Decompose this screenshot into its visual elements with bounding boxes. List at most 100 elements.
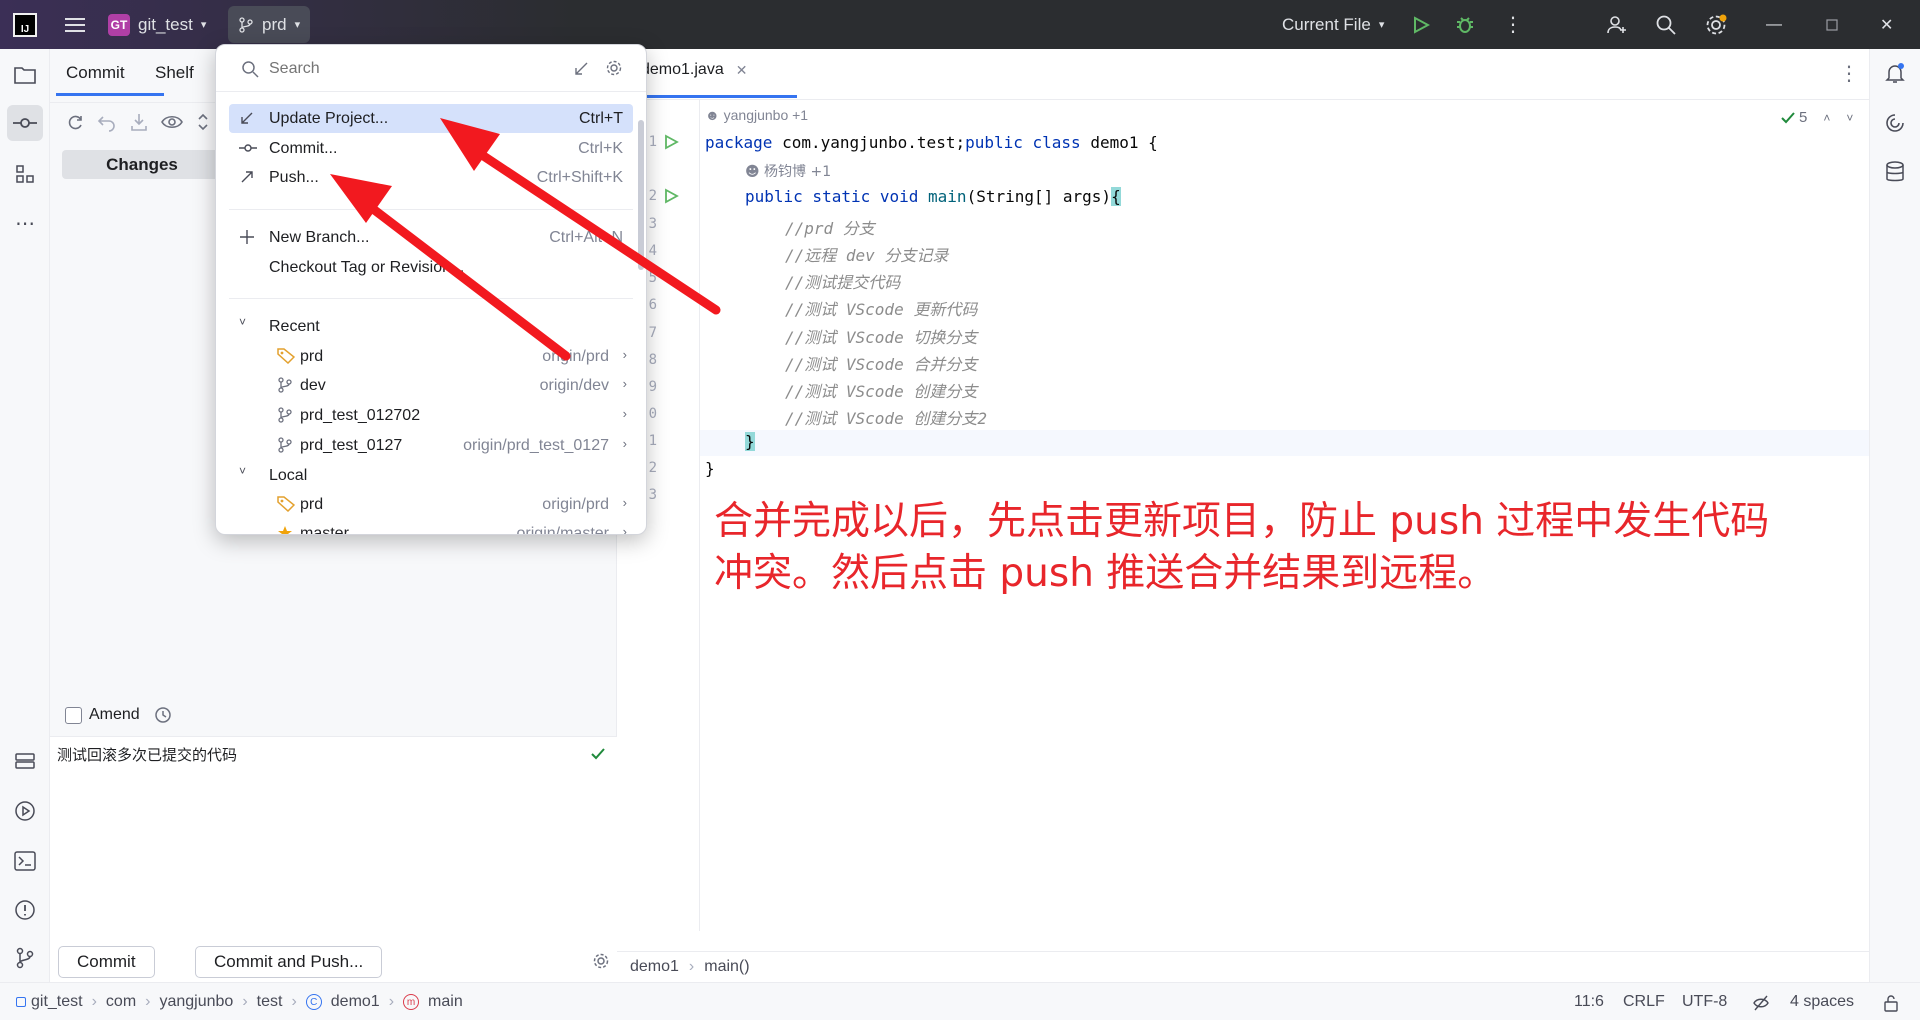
chevron-up-icon[interactable]: ˄: [1823, 111, 1830, 125]
code-comment[interactable]: //prd 分支: [785, 215, 875, 239]
recent-group-header[interactable]: ˅ Recent: [229, 312, 633, 341]
git-icon[interactable]: [7, 940, 43, 976]
code-comment[interactable]: //测试 VScode 创建分支2: [785, 405, 987, 429]
project-folder-icon[interactable]: [7, 57, 43, 93]
code-comment[interactable]: //测试 VScode 更新代码: [785, 296, 977, 320]
code-comment[interactable]: //测试 VScode 切换分支: [785, 324, 977, 348]
settings-gear-icon[interactable]: [605, 59, 623, 77]
maximize-icon[interactable]: [1826, 0, 1838, 49]
inspections-widget[interactable]: 5 ˄ ˅: [1780, 109, 1853, 126]
eye-icon[interactable]: [161, 112, 183, 132]
code-line[interactable]: }: [705, 459, 715, 478]
branch-item[interactable]: prd origin/prd ›: [229, 342, 633, 371]
settings-gear-icon[interactable]: [592, 952, 610, 970]
more-actions-icon[interactable]: ⋮: [1503, 0, 1523, 49]
breadcrumb-class[interactable]: demo1: [630, 958, 679, 976]
commit-message-text[interactable]: 测试回滚多次已提交的代码: [57, 744, 237, 765]
ai-assistant-icon[interactable]: [1877, 105, 1913, 141]
breadcrumb-method[interactable]: main(): [704, 958, 749, 976]
expand-collapse-icon[interactable]: [197, 112, 209, 132]
run-config-selector[interactable]: Current File ▾: [1282, 0, 1384, 49]
more-tabs-icon[interactable]: ⋮: [1839, 61, 1859, 86]
indent-setting[interactable]: 4 spaces: [1790, 993, 1854, 1011]
crumb-package[interactable]: test: [257, 993, 283, 1011]
run-icon[interactable]: [1412, 0, 1430, 49]
refresh-icon[interactable]: [65, 112, 85, 132]
crumb-class[interactable]: demo1: [331, 993, 380, 1011]
file-encoding[interactable]: UTF-8: [1682, 993, 1727, 1011]
navigation-breadcrumb: git_test › com › yangjunbo › test › C de…: [16, 993, 463, 1011]
code-comment[interactable]: //测试 VScode 创建分支: [785, 378, 977, 402]
branch-item[interactable]: prd_test_012702 ›: [229, 401, 633, 430]
branch-item[interactable]: master origin/master ›: [229, 519, 633, 534]
crumb-package[interactable]: com: [106, 993, 136, 1011]
services-icon[interactable]: [7, 743, 43, 779]
code-comment[interactable]: //测试 VScode 合并分支: [785, 351, 977, 375]
inspections-count: 5: [1799, 109, 1808, 126]
author-hint[interactable]: ☻ yangjunbo +1: [705, 107, 808, 123]
line-separator[interactable]: CRLF: [1623, 993, 1665, 1011]
chevron-down-icon[interactable]: ˅: [1846, 111, 1853, 125]
search-icon[interactable]: [1655, 0, 1677, 49]
code-line[interactable]: }: [745, 432, 755, 451]
new-branch-action[interactable]: New Branch... Ctrl+Alt+N: [229, 223, 633, 252]
branch-selector[interactable]: prd ▾: [228, 6, 311, 43]
run-gutter-icon[interactable]: [663, 134, 679, 150]
branch-item[interactable]: prd_test_0127 origin/prd_test_0127 ›: [229, 431, 633, 460]
structure-icon[interactable]: [7, 156, 43, 192]
brace-match: {: [1111, 187, 1121, 206]
ide-logo-icon[interactable]: IJ: [10, 0, 40, 49]
database-icon[interactable]: [1877, 154, 1913, 190]
popup-scrollbar[interactable]: [638, 120, 644, 270]
close-icon[interactable]: ✕: [1880, 0, 1893, 49]
history-clock-icon[interactable]: [154, 706, 172, 724]
more-tools-icon[interactable]: ⋯: [7, 205, 43, 241]
caret-position[interactable]: 11:6: [1574, 993, 1604, 1011]
readonly-toggle-icon[interactable]: [1752, 994, 1770, 1012]
minimize-icon[interactable]: —: [1766, 0, 1782, 49]
crumb-package[interactable]: yangjunbo: [159, 993, 233, 1011]
main-menu-icon[interactable]: [60, 0, 90, 49]
action-shortcut: Ctrl+K: [578, 139, 623, 157]
run-gutter-icon[interactable]: [663, 188, 679, 204]
add-user-icon[interactable]: [1606, 0, 1628, 49]
update-project-action[interactable]: Update Project... Ctrl+T: [229, 104, 633, 133]
code-line[interactable]: public static void main(String[] args){: [745, 187, 1121, 206]
commit-button[interactable]: Commit: [58, 946, 155, 978]
code-comment[interactable]: //远程 dev 分支记录: [785, 242, 948, 266]
download-icon[interactable]: [129, 112, 149, 132]
rollback-icon[interactable]: [97, 112, 117, 132]
checkout-tag-action[interactable]: Checkout Tag or Revision...: [229, 253, 633, 282]
branch-item[interactable]: dev origin/dev ›: [229, 371, 633, 400]
notifications-bell-icon[interactable]: [1877, 55, 1913, 91]
problems-icon[interactable]: [7, 892, 43, 928]
code-line[interactable]: package com.yangjunbo.test;public class …: [705, 133, 1158, 152]
amend-checkbox-row[interactable]: Amend: [65, 706, 172, 724]
commit-tool-icon[interactable]: [7, 105, 43, 141]
collapse-arrow-icon[interactable]: [573, 61, 589, 77]
tab-shelf-label: Shelf: [155, 63, 194, 82]
local-group-header[interactable]: ˅ Local: [229, 461, 633, 490]
code-comment[interactable]: //测试提交代码: [785, 269, 900, 293]
crumb-method[interactable]: main: [428, 993, 463, 1011]
popup-search-input[interactable]: [269, 56, 569, 82]
project-selector[interactable]: GT git_test ▾: [108, 0, 206, 49]
terminal-icon[interactable]: [7, 843, 43, 879]
close-tab-icon[interactable]: ✕: [736, 62, 748, 79]
tab-commit[interactable]: Commit: [66, 63, 125, 83]
editor-tab[interactable]: demo1.java ✕: [641, 61, 747, 79]
amend-checkbox[interactable]: [65, 706, 82, 724]
lock-icon[interactable]: [1883, 994, 1899, 1012]
settings-gear-icon[interactable]: [1704, 0, 1728, 49]
push-action[interactable]: Push... Ctrl+Shift+K: [229, 163, 633, 192]
changes-node[interactable]: Changes: [62, 150, 222, 179]
tab-shelf[interactable]: Shelf: [155, 63, 194, 83]
branch-item[interactable]: prd origin/prd ›: [229, 490, 633, 519]
commit-and-push-button[interactable]: Commit and Push...: [195, 946, 383, 978]
crumb-project[interactable]: git_test: [31, 993, 83, 1011]
debug-icon[interactable]: [1455, 0, 1475, 49]
author-hint[interactable]: ☻ 杨钧博 +1: [745, 161, 831, 181]
commit-action[interactable]: Commit... Ctrl+K: [229, 134, 633, 163]
chevron-right-icon: ›: [291, 993, 297, 1010]
run-tool-icon[interactable]: [7, 793, 43, 829]
